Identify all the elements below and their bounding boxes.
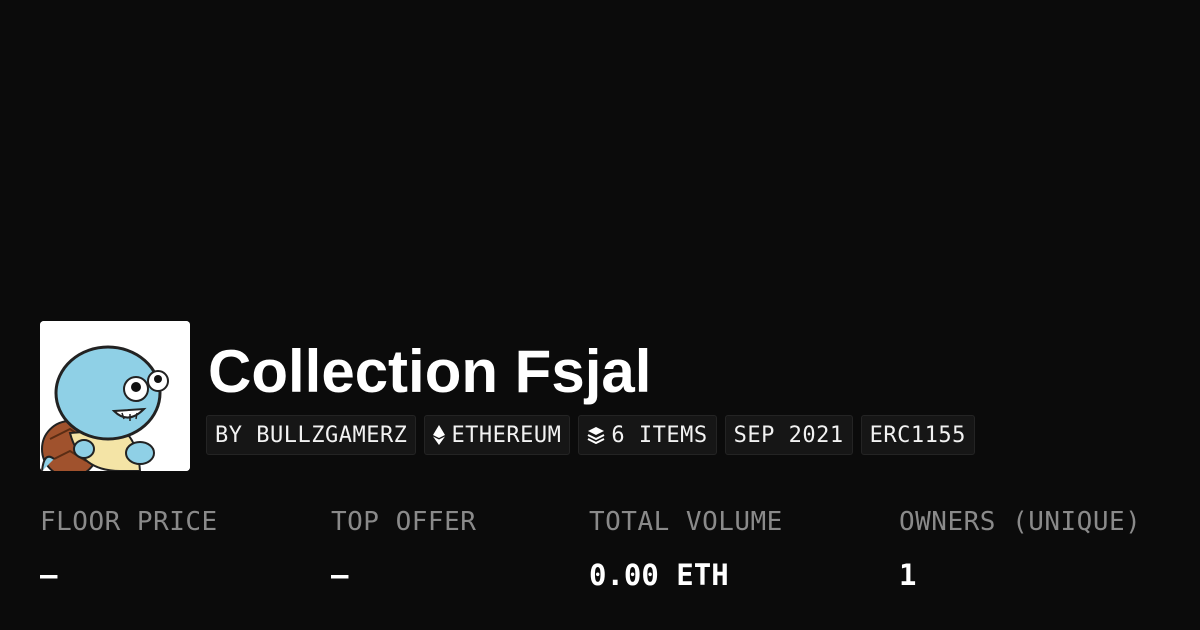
stat-total-volume: TOTAL VOLUME 0.00 ETH [589, 506, 783, 592]
items-badge-label: 6 ITEMS [611, 422, 708, 448]
stat-value: 1 [899, 558, 917, 592]
ethereum-icon [433, 425, 446, 445]
stat-label: TOTAL VOLUME [589, 507, 783, 537]
standard-badge: ERC1155 [860, 415, 975, 455]
layers-icon [587, 426, 605, 444]
collection-badges: BY BULLZGAMERZ ETHEREUM 6 ITEMS SEP 2021… [206, 415, 975, 455]
stat-value: — [40, 558, 58, 592]
chain-badge[interactable]: ETHEREUM [424, 415, 571, 455]
stat-top-offer: TOP OFFER — [331, 506, 476, 592]
items-badge[interactable]: 6 ITEMS [578, 415, 717, 455]
stat-label: OWNERS (UNIQUE) [899, 507, 1142, 537]
stat-label: FLOOR PRICE [40, 507, 218, 537]
creator-badge-label: BY BULLZGAMERZ [215, 422, 408, 448]
stat-value: 0.00 ETH [589, 558, 729, 592]
date-badge: SEP 2021 [724, 415, 853, 455]
stat-value: — [331, 558, 349, 592]
squirtle-fsjal-avatar-icon [40, 321, 190, 471]
date-badge-label: SEP 2021 [733, 422, 844, 448]
creator-badge[interactable]: BY BULLZGAMERZ [206, 415, 417, 455]
collection-title: Collection Fsjal [208, 338, 652, 405]
stat-floor-price: FLOOR PRICE — [40, 506, 218, 592]
collection-avatar [40, 321, 190, 471]
chain-badge-label: ETHEREUM [451, 422, 562, 448]
stat-label: TOP OFFER [331, 507, 477, 537]
stat-owners: OWNERS (UNIQUE) 1 [899, 506, 1141, 592]
standard-badge-label: ERC1155 [869, 422, 966, 448]
